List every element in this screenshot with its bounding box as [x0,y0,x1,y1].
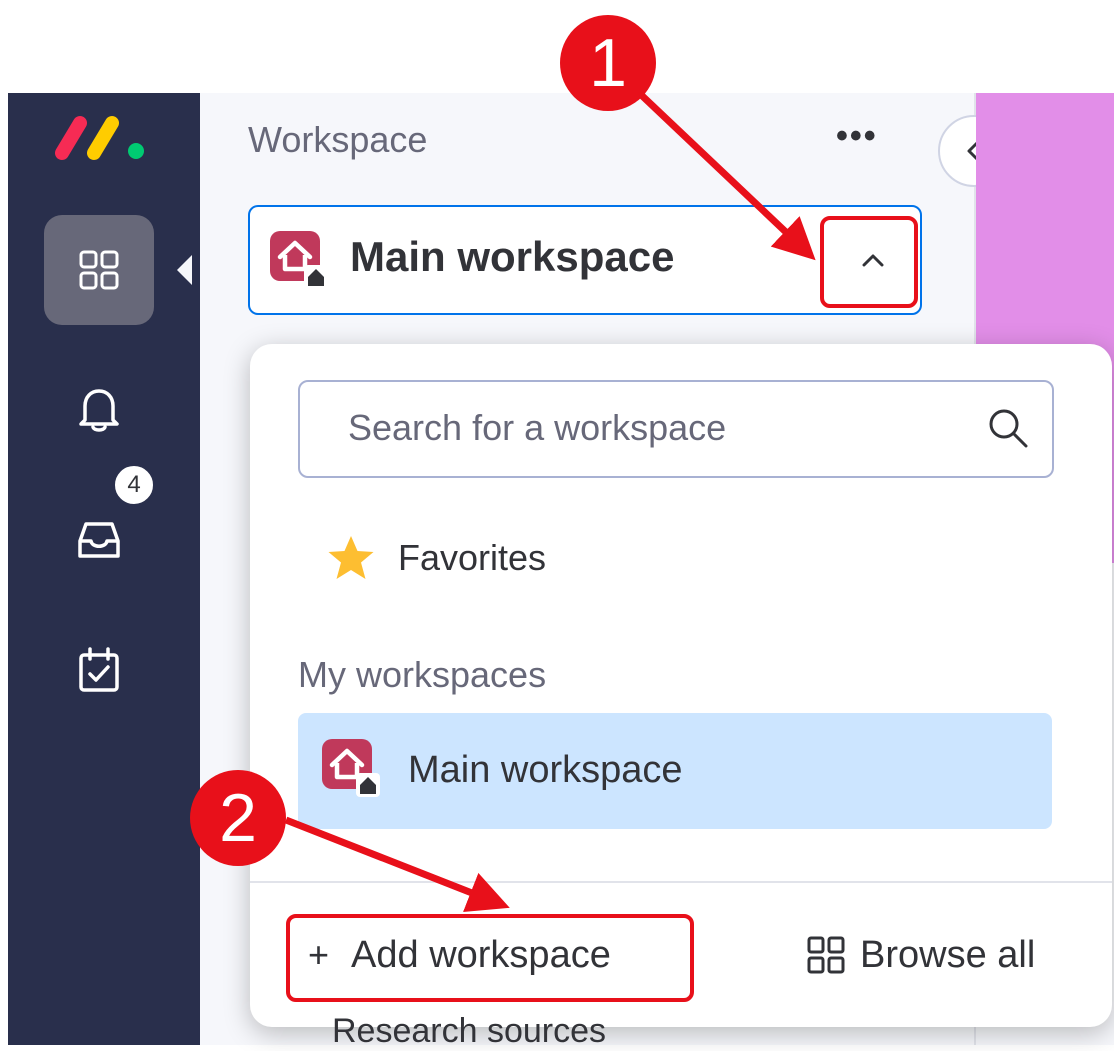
arrow-to-step-2 [284,816,510,913]
arrow-to-step-1 [633,87,816,261]
highlight-dropdown-toggle [820,216,918,308]
annotation-arrows [284,87,816,913]
step-2-marker: 2 [190,770,286,866]
highlight-add-workspace [286,914,694,1002]
step-1-marker: 1 [560,15,656,111]
